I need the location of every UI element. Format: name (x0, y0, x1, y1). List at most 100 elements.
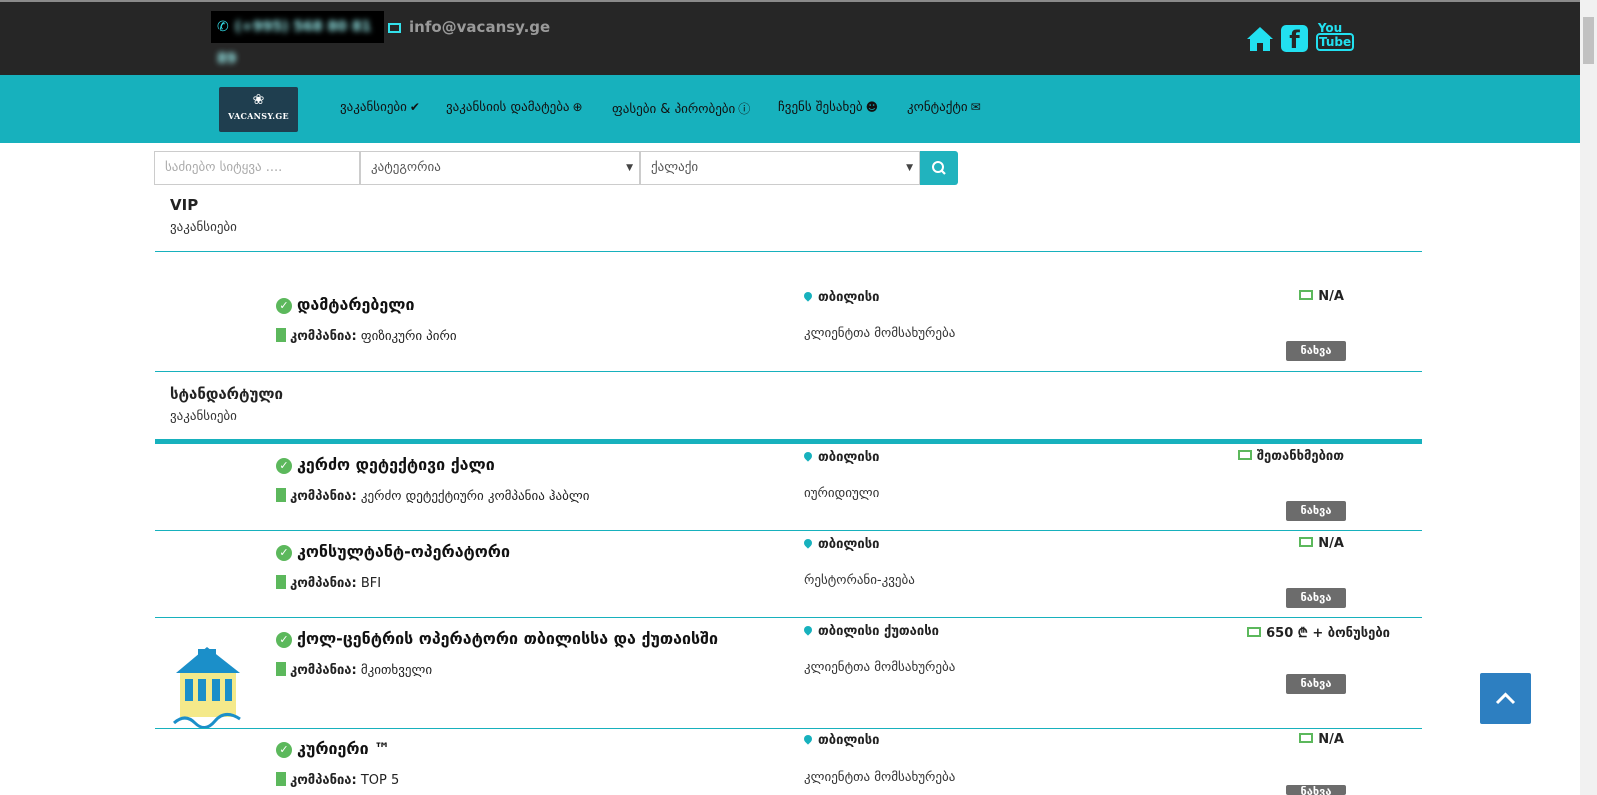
job-salary: შეთანხმებით (1237, 449, 1344, 464)
nav-contact-label: კონტაქტი (907, 100, 968, 115)
job-title-link[interactable]: ✓ კერძო დეტექტივი ქალი (276, 455, 495, 474)
nav-add-vacancy[interactable]: ვაკანსიის დამატება ⊕ (446, 100, 583, 115)
job-category: კლიენტთა მომსახურება (804, 326, 956, 341)
youtube-icon[interactable]: You Tube (1316, 21, 1355, 51)
check-circle-icon: ✓ (276, 632, 292, 648)
nav-about[interactable]: ჩვენს შესახებ ☻ (778, 100, 878, 115)
company-label: კომპანია: (290, 773, 357, 788)
keyword-search-input[interactable]: საძიებო სიტყვა .... (154, 151, 360, 185)
check-circle-icon: ✓ (276, 298, 292, 314)
view-button[interactable]: ნახვა (1286, 785, 1346, 795)
job-city-text: თბილისი (818, 537, 880, 552)
company-name: მკითხველი (360, 663, 433, 678)
money-icon (1247, 627, 1262, 637)
city-select[interactable]: ქალაქი ▼ (640, 151, 920, 185)
job-salary-text: 650 ₾ + ბონუსები (1266, 626, 1390, 641)
job-city: თბილისი (802, 290, 880, 305)
view-button[interactable]: ნახვა (1286, 341, 1346, 361)
scrollbar-thumb[interactable] (1583, 17, 1594, 64)
phone-icon: ✆ (217, 19, 229, 35)
main-navbar: ❀ VACANSY.GE ვაკანსიები ✔ ვაკანსიის დამატ… (0, 75, 1580, 143)
email-contact[interactable]: info@vacansy.ge (388, 18, 550, 36)
job-title-link[interactable]: ✓ კურიერი ™ (276, 739, 390, 758)
job-salary-text: N/A (1318, 732, 1344, 747)
job-city: თბილისი (802, 733, 880, 748)
nav-contact[interactable]: კონტაქტი ✉ (907, 100, 981, 115)
nav-add-vacancy-label: ვაკანსიის დამატება (446, 100, 570, 115)
company-name: კერძო დეტექტიური კომპანია ჰაბლი (360, 489, 590, 504)
divider (155, 530, 1422, 531)
building-icon (276, 772, 286, 786)
check-circle-icon: ✓ (276, 742, 292, 758)
job-category: კლიენტთა მომსახურება (804, 770, 956, 785)
envelope-icon: ✉ (970, 100, 981, 114)
job-company: კომპანია: ფიზიკური პირი (276, 328, 457, 344)
job-salary-text: შეთანხმებით (1256, 449, 1344, 464)
job-salary: 650 ₾ + ბონუსები (1247, 623, 1390, 641)
page-scrollbar[interactable] (1580, 0, 1597, 795)
top-bar: ✆ (+995) 568 80 81 89 info@vacansy.ge f Y… (0, 0, 1580, 75)
job-city: თბილისი ქუთაისი (802, 624, 939, 639)
job-title-text: კერძო დეტექტივი ქალი (297, 455, 495, 474)
site-logo[interactable]: ❀ VACANSY.GE (219, 87, 298, 132)
nav-vacancies-label: ვაკანსიები (340, 100, 407, 115)
category-select[interactable]: კატეგორია ▼ (360, 151, 640, 185)
nav-prices[interactable]: ფასები & პირობები ⓘ (612, 100, 750, 117)
job-title-link[interactable]: ✓ დამტარებელი (276, 295, 415, 314)
divider (155, 617, 1422, 618)
job-category: კლიენტთა მომსახურება (804, 660, 956, 675)
company-name: TOP 5 (360, 773, 400, 788)
job-city-text: თბილისი (818, 733, 880, 748)
info-circle-icon: ⓘ (738, 102, 751, 116)
job-title-text: დამტარებელი (297, 295, 415, 314)
job-salary-text: N/A (1318, 289, 1344, 304)
job-salary-text: N/A (1318, 536, 1344, 551)
standard-section-title: სტანდარტული (170, 385, 283, 403)
map-marker-icon (802, 733, 814, 745)
divider (155, 251, 1422, 252)
search-icon (932, 161, 946, 175)
view-button[interactable]: ნახვა (1286, 501, 1346, 521)
email-address: info@vacansy.ge (409, 18, 551, 36)
job-title-text: კურიერი ™ (297, 739, 391, 758)
phone-number: (+995) 568 80 81 89 (217, 19, 372, 67)
map-marker-icon (802, 290, 814, 302)
section-divider (155, 439, 1422, 444)
standard-section-subtitle: ვაკანსიები (170, 409, 237, 424)
company-label: კომპანია: (290, 489, 357, 504)
nav-prices-label: ფასები & პირობები (612, 102, 736, 117)
view-button[interactable]: ნახვა (1286, 588, 1346, 608)
check-circle-icon: ✓ (276, 458, 292, 474)
vip-section-title: VIP (170, 196, 199, 214)
plus-circle-icon: ⊕ (572, 100, 583, 114)
building-icon (276, 662, 286, 676)
money-icon (1299, 290, 1314, 300)
job-salary: N/A (1299, 732, 1344, 747)
job-title-link[interactable]: ✓ კონსულტანტ-ოპერატორი (276, 542, 510, 561)
building-icon (276, 328, 286, 342)
nav-vacancies[interactable]: ვაკანსიები ✔ (340, 100, 420, 115)
category-select-value: კატეგორია (371, 160, 441, 175)
vip-section-subtitle: ვაკანსიები (170, 220, 237, 235)
phone-contact[interactable]: ✆ (+995) 568 80 81 89 (211, 11, 384, 67)
view-button[interactable]: ნახვა (1286, 674, 1346, 694)
company-name: BFI (360, 576, 382, 591)
job-city: თბილისი (802, 450, 880, 465)
nav-about-label: ჩვენს შესახებ (778, 100, 863, 115)
job-city-text: თბილისი (818, 290, 880, 305)
company-name: ფიზიკური პირი (360, 329, 457, 344)
home-icon[interactable] (1245, 24, 1275, 54)
job-company: კომპანია: კერძო დეტექტიური კომპანია ჰაბლ… (276, 488, 589, 504)
job-city-text: თბილისი (818, 450, 880, 465)
company-label: კომპანია: (290, 663, 357, 678)
money-icon (1299, 537, 1314, 547)
job-company: კომპანია: მკითხველი (276, 662, 432, 678)
job-title-link[interactable]: ✓ ქოლ-ცენტრის ოპერატორი თბილისსა და ქუთაი… (276, 629, 718, 648)
job-city-text: თბილისი ქუთაისი (818, 624, 939, 639)
facebook-icon[interactable]: f (1281, 25, 1308, 54)
search-button[interactable] (920, 151, 958, 185)
divider (155, 371, 1422, 372)
job-salary: N/A (1299, 289, 1344, 304)
map-marker-icon (802, 450, 814, 462)
scroll-to-top-button[interactable] (1480, 673, 1531, 724)
